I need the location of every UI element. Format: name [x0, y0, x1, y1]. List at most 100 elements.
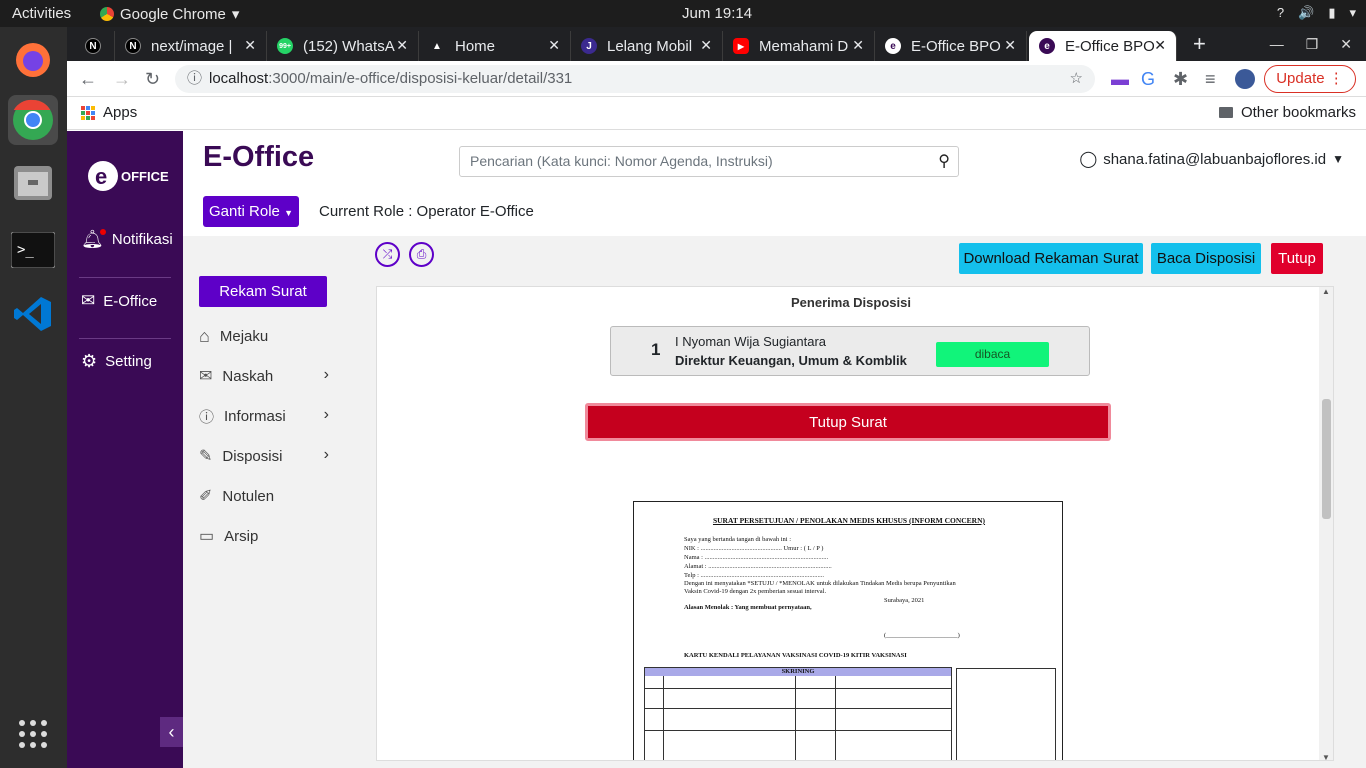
- divider: [835, 676, 836, 760]
- caret-down-icon: ▼: [284, 208, 293, 218]
- scrollbar-thumb[interactable]: [1322, 399, 1331, 519]
- app-menu[interactable]: Google Chrome ▾: [100, 5, 239, 23]
- app-grid-icon[interactable]: [8, 709, 58, 759]
- firefox-icon[interactable]: [8, 35, 58, 85]
- update-button[interactable]: Update ⋮: [1264, 65, 1356, 93]
- close-icon[interactable]: ✕: [1004, 37, 1016, 54]
- sidebar-item-setting[interactable]: ⚙ Setting: [81, 351, 152, 372]
- back-icon[interactable]: ←: [79, 69, 97, 90]
- tutup-button[interactable]: Tutup: [1271, 243, 1323, 274]
- eoffice-logo-icon: e: [88, 161, 118, 191]
- recipient-number: 1: [651, 340, 661, 359]
- files-icon[interactable]: [8, 157, 58, 207]
- tab-6[interactable]: e E-Office BPO ✕: [875, 31, 1027, 61]
- reload-icon[interactable]: ↻: [145, 69, 160, 90]
- menu-item-informasi[interactable]: ⓘ Informasi ›: [199, 406, 329, 427]
- baca-disposisi-button[interactable]: Baca Disposisi: [1151, 243, 1261, 274]
- new-tab-button[interactable]: +: [1193, 31, 1206, 57]
- tutup-surat-button[interactable]: Tutup Surat: [585, 403, 1111, 441]
- current-role: Current Role : Operator E-Office: [319, 203, 534, 220]
- chevron-right-icon: ›: [323, 446, 329, 463]
- close-icon[interactable]: ✕: [548, 37, 560, 54]
- vscode-icon[interactable]: [8, 289, 58, 339]
- info-icon: ⓘ: [199, 409, 215, 426]
- download-rekaman-button[interactable]: Download Rekaman Surat: [959, 243, 1143, 274]
- battery-icon[interactable]: ▮: [1328, 5, 1335, 21]
- menu-item-disposisi[interactable]: ✎ Disposisi ›: [199, 446, 329, 466]
- search-icon[interactable]: ⚲: [938, 147, 950, 176]
- terminal-icon[interactable]: >_: [8, 225, 58, 275]
- puzzle-icon[interactable]: ✱: [1173, 69, 1188, 90]
- scroll-down-icon[interactable]: ▼: [1322, 753, 1330, 760]
- sidebar-item-label: Notifikasi: [111, 231, 173, 248]
- maximize-icon[interactable]: ❐: [1306, 36, 1319, 53]
- close-icon[interactable]: ✕: [396, 37, 408, 54]
- search-input[interactable]: Pencarian (Kata kunci: Nomor Agenda, Ins…: [459, 146, 959, 177]
- activities-button[interactable]: Activities: [12, 5, 71, 22]
- app-logo[interactable]: e OFFICE: [87, 151, 169, 201]
- ganti-role-button[interactable]: Ganti Role ▼: [203, 196, 299, 227]
- print-icon[interactable]: ⎙: [409, 242, 434, 267]
- tab-label: E-Office BPO: [1065, 37, 1155, 55]
- translate-icon[interactable]: G: [1141, 69, 1155, 90]
- chevron-left-icon: ‹: [168, 722, 175, 742]
- close-icon[interactable]: ✕: [852, 37, 864, 54]
- close-window-icon[interactable]: ✕: [1340, 36, 1352, 53]
- apps-grid-icon: [81, 105, 95, 120]
- tab-label: Home: [455, 37, 496, 55]
- divider: [645, 730, 951, 731]
- url-bar[interactable]: ⓘ localhost:3000/main/e-office/disposisi…: [175, 65, 1095, 93]
- tab-strip: N N next/image | ✕ 99+ (152) WhatsA ✕ ▲ …: [67, 27, 1366, 61]
- scrollbar[interactable]: ▲ ▼: [1319, 287, 1333, 760]
- menu-item-label: Mejaku: [219, 328, 269, 345]
- sidebar-item-eoffice[interactable]: ✉ E-Office: [81, 291, 157, 311]
- tab-0[interactable]: N: [75, 31, 115, 61]
- chevron-down-icon[interactable]: ▾: [1349, 5, 1356, 21]
- collapse-sidebar-button[interactable]: ‹: [160, 717, 183, 747]
- close-icon[interactable]: ✕: [244, 37, 256, 54]
- rekam-surat-button[interactable]: Rekam Surat: [199, 276, 327, 307]
- tab-5[interactable]: ▶ Memahami D ✕: [723, 31, 875, 61]
- extension-icon[interactable]: ▬: [1111, 69, 1129, 90]
- menu-item-mejaku[interactable]: ⌂ Mejaku: [199, 326, 329, 347]
- help-icon[interactable]: ?: [1277, 5, 1284, 21]
- dock: >_: [0, 27, 67, 768]
- media-icon[interactable]: ≡: [1205, 69, 1216, 90]
- tab-active[interactable]: e E-Office BPO ✕: [1029, 31, 1177, 61]
- forward-icon[interactable]: →: [113, 69, 131, 90]
- document-preview: SURAT PERSETUJUAN / PENOLAKAN MEDIS KHUS…: [633, 501, 1063, 760]
- scroll-up-icon[interactable]: ▲: [1322, 287, 1330, 296]
- apps-bookmark[interactable]: Apps: [81, 104, 137, 121]
- skrining-table: SKRINING: [644, 667, 952, 760]
- tab-label: Lelang Mobil: [607, 37, 693, 55]
- divider: [645, 688, 951, 689]
- menu-item-naskah[interactable]: ✉ Naskah ›: [199, 366, 329, 386]
- tab-4[interactable]: J Lelang Mobil ✕: [571, 31, 723, 61]
- disposition-icon[interactable]: ⤮: [375, 242, 400, 267]
- info-icon[interactable]: ⓘ: [187, 65, 202, 93]
- divider: [79, 338, 171, 339]
- divider: [795, 676, 796, 760]
- sidebar-item-notifikasi[interactable]: 🔔︎ Notifikasi: [81, 229, 173, 250]
- document-line: Telp : .................................…: [684, 572, 825, 579]
- star-icon[interactable]: ☆: [1070, 65, 1083, 93]
- tab-2[interactable]: 99+ (152) WhatsA ✕: [267, 31, 419, 61]
- close-icon[interactable]: ✕: [1154, 37, 1166, 54]
- tab-1[interactable]: N next/image | ✕: [115, 31, 267, 61]
- volume-icon[interactable]: 🔊: [1298, 5, 1314, 21]
- user-email: shana.fatina@labuanbajoflores.id: [1103, 150, 1327, 168]
- close-icon[interactable]: ✕: [700, 37, 712, 54]
- minimize-icon[interactable]: —: [1270, 36, 1284, 52]
- chrome-dock-icon[interactable]: [8, 95, 58, 145]
- other-bookmarks[interactable]: Other bookmarks: [1218, 104, 1356, 121]
- menu-item-notulen[interactable]: ✐ Notulen: [199, 486, 329, 506]
- system-tray[interactable]: ? 🔊 ▮ ▾: [1277, 5, 1356, 21]
- avatar[interactable]: [1235, 69, 1255, 89]
- user-menu[interactable]: ◯ shana.fatina@labuanbajoflores.id ▼: [1079, 149, 1344, 169]
- menu-item-arsip[interactable]: ▭ Arsip: [199, 526, 329, 546]
- document-line: Surabaya, 2021: [884, 597, 925, 604]
- kitir-box: [956, 668, 1056, 760]
- tab-3[interactable]: ▲ Home ✕: [419, 31, 571, 61]
- clock[interactable]: Jum 19:14: [682, 5, 752, 22]
- caret-down-icon: ▼: [1332, 152, 1344, 166]
